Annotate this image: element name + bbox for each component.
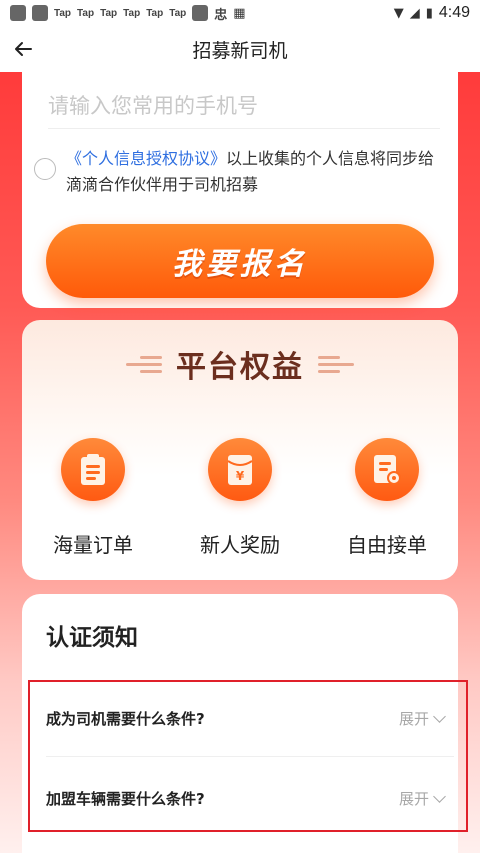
divider [46, 756, 454, 757]
wifi-icon: ▼ [393, 5, 404, 21]
certification-notice-card: 认证须知 成为司机需要什么条件? 展开 加盟车辆需要什么条件? 展开 [22, 594, 468, 853]
benefit-label: 自由接单 [347, 533, 427, 557]
tap-notification-icon: Tap [77, 7, 95, 19]
tap-notification-icon: Tap [54, 7, 72, 19]
notice-title: 认证须知 [46, 625, 138, 651]
app-notification-icon [32, 5, 48, 21]
app-notification-icon [192, 5, 209, 21]
signup-button[interactable]: 我要报名 [46, 224, 434, 298]
clock: 4:49 [438, 4, 470, 21]
font-app-icon: ▦ [233, 5, 246, 21]
header-bar: 招募新司机 [0, 26, 480, 72]
decorative-lines [126, 355, 162, 373]
expand-toggle[interactable]: 展开 [398, 708, 446, 729]
page-title: 招募新司机 [192, 39, 288, 62]
battery-icon: ▮ [425, 5, 433, 21]
decorative-lines [318, 355, 354, 373]
app-badge-icon: 忠 [214, 6, 228, 22]
faq-question: 加盟车辆需要什么条件? [46, 790, 205, 808]
expand-toggle[interactable]: 展开 [398, 788, 446, 809]
agreement-checkbox[interactable] [34, 158, 56, 180]
faq-item[interactable]: 加盟车辆需要什么条件? 展开 [30, 762, 466, 834]
status-bar: Tap Tap Tap Tap Tap Tap 忠 ▦ ▼ ◢ ▮ 4:49 [0, 0, 480, 26]
clipboard-icon [61, 438, 125, 501]
agreement-text: 《个人信息授权协议》以上收集的个人信息将同步给滴滴合作伙伴用于司机招募 [66, 146, 450, 198]
faq-question: 成为司机需要什么条件? [46, 710, 205, 728]
back-button[interactable] [10, 36, 36, 62]
red-envelope-icon: ¥ [208, 438, 272, 501]
order-document-icon [355, 438, 419, 501]
benefits-heading: 平台权益 [22, 342, 458, 386]
tap-notification-icon: Tap [146, 7, 164, 19]
app-notification-icon [10, 5, 26, 21]
benefit-free-order-taking[interactable]: 自由接单 [322, 438, 452, 558]
benefit-label: 新人奖励 [200, 533, 280, 557]
svg-text:¥: ¥ [236, 469, 245, 483]
signal-icon: ◢ [409, 5, 420, 21]
expand-label: 展开 [398, 710, 429, 728]
phone-number-input[interactable] [48, 86, 438, 126]
chevron-down-icon [433, 709, 446, 723]
divider [48, 128, 440, 129]
tap-notification-icon: Tap [100, 7, 118, 19]
faq-highlight-box: 成为司机需要什么条件? 展开 加盟车辆需要什么条件? 展开 [28, 680, 468, 832]
tap-notification-icon: Tap [123, 7, 141, 19]
expand-label: 展开 [398, 790, 429, 808]
platform-benefits-card: 平台权益 海量订单 ¥ 新人奖励 自由接单 [22, 320, 458, 580]
benefits-title: 平台权益 [176, 350, 304, 385]
benefit-label: 海量订单 [53, 533, 133, 557]
faq-item[interactable]: 成为司机需要什么条件? 展开 [30, 682, 466, 754]
tap-notification-icon: Tap [169, 7, 187, 19]
signup-form-card: 《个人信息授权协议》以上收集的个人信息将同步给滴滴合作伙伴用于司机招募 我要报名 [22, 72, 458, 308]
privacy-agreement-link[interactable]: 《个人信息授权协议》 [66, 149, 226, 168]
benefit-massive-orders[interactable]: 海量订单 [28, 438, 158, 558]
benefit-newcomer-reward[interactable]: ¥ 新人奖励 [175, 438, 305, 558]
arrow-left-icon [15, 42, 32, 56]
chevron-down-icon [433, 789, 446, 803]
